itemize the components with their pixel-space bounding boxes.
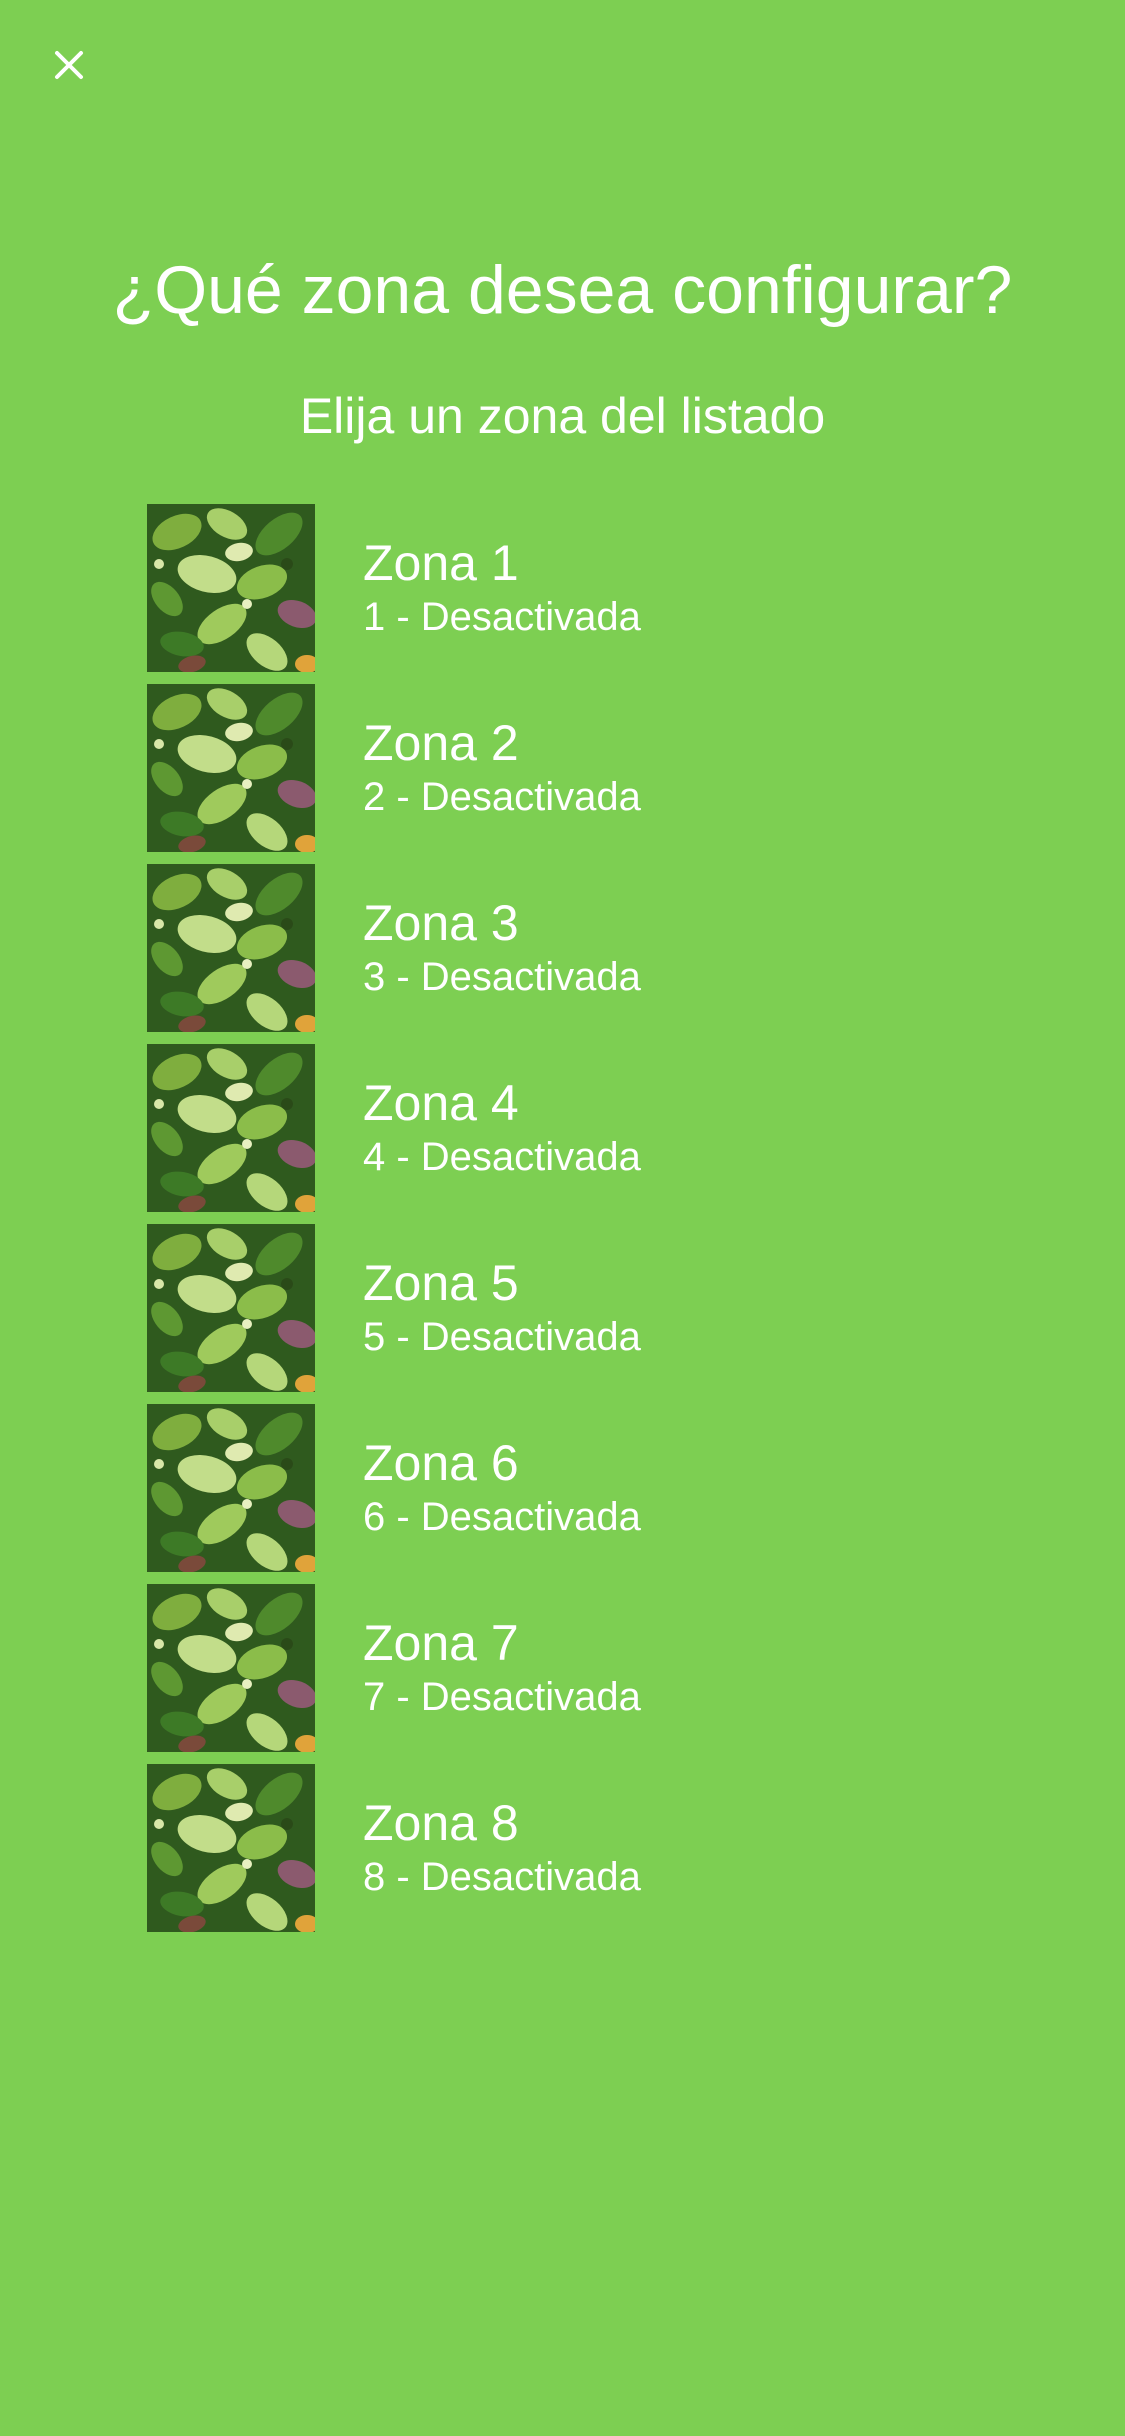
zone-thumbnail xyxy=(147,684,315,852)
zone-item-6[interactable]: Zona 6 6 - Desactivada xyxy=(147,1404,1047,1572)
page-title: ¿Qué zona desea configurar? xyxy=(112,252,1013,328)
close-button[interactable] xyxy=(44,40,94,90)
zone-item-7[interactable]: Zona 7 7 - Desactivada xyxy=(147,1584,1047,1752)
zone-thumbnail xyxy=(147,1584,315,1752)
zone-name: Zona 1 xyxy=(363,535,519,591)
zone-item-1[interactable]: Zona 1 1 - Desactivada xyxy=(147,504,1047,672)
zone-item-2[interactable]: Zona 2 2 - Desactivada xyxy=(147,684,1047,852)
zone-status: 3 - Desactivada xyxy=(363,955,641,999)
close-icon xyxy=(55,51,83,79)
zone-status: 6 - Desactivada xyxy=(363,1495,641,1539)
zone-item-4[interactable]: Zona 4 4 - Desactivada xyxy=(147,1044,1047,1212)
zone-name: Zona 2 xyxy=(363,715,519,771)
zone-name: Zona 5 xyxy=(363,1255,519,1311)
zone-thumbnail xyxy=(147,1224,315,1392)
zone-name: Zona 6 xyxy=(363,1435,519,1491)
zone-status: 1 - Desactivada xyxy=(363,595,641,639)
zone-list: Zona 1 1 - Desactivada Zona 2 2 - Desact… xyxy=(147,504,1047,1944)
zone-thumbnail xyxy=(147,1404,315,1572)
zone-name: Zona 7 xyxy=(363,1615,519,1671)
zone-name: Zona 3 xyxy=(363,895,519,951)
zone-item-3[interactable]: Zona 3 3 - Desactivada xyxy=(147,864,1047,1032)
zone-item-5[interactable]: Zona 5 5 - Desactivada xyxy=(147,1224,1047,1392)
zone-thumbnail xyxy=(147,504,315,672)
zone-thumbnail xyxy=(147,1044,315,1212)
zone-thumbnail xyxy=(147,1764,315,1932)
zone-status: 4 - Desactivada xyxy=(363,1135,641,1179)
zone-status: 2 - Desactivada xyxy=(363,775,641,819)
page-subtitle: Elija un zona del listado xyxy=(299,388,826,444)
zone-status: 5 - Desactivada xyxy=(363,1315,641,1359)
zone-name: Zona 4 xyxy=(363,1075,519,1131)
zone-status: 7 - Desactivada xyxy=(363,1675,641,1719)
zone-item-8[interactable]: Zona 8 8 - Desactivada xyxy=(147,1764,1047,1932)
zone-status: 8 - Desactivada xyxy=(363,1855,641,1899)
zone-thumbnail xyxy=(147,864,315,1032)
zone-name: Zona 8 xyxy=(363,1795,519,1851)
